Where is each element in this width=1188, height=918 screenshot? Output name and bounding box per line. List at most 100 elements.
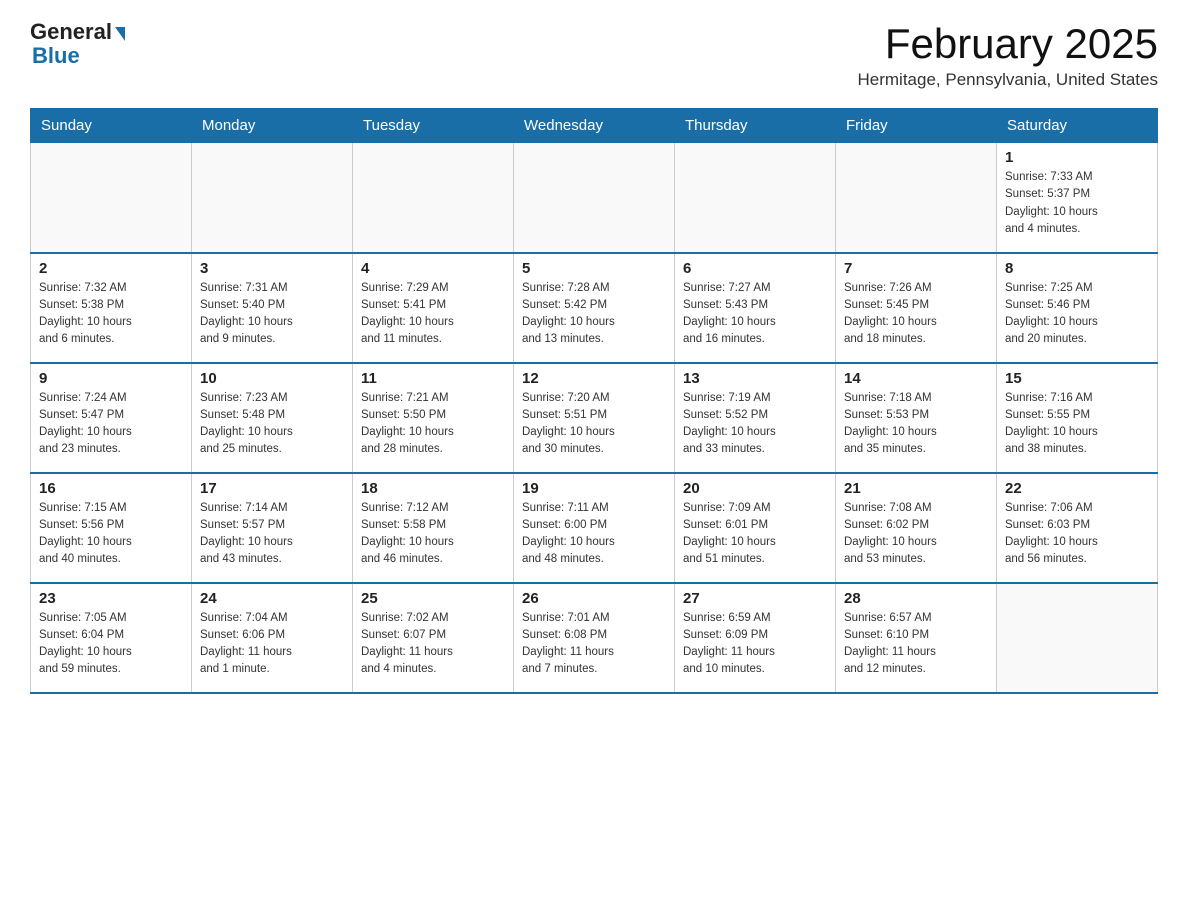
page-title: February 2025 — [858, 20, 1159, 68]
calendar-cell — [836, 143, 997, 253]
calendar-cell: 2 Sunrise: 7:32 AMSunset: 5:38 PMDaylight… — [31, 253, 192, 363]
day-number: 6 — [683, 260, 827, 277]
calendar-cell: 16 Sunrise: 7:15 AMSunset: 5:56 PMDayligh… — [31, 473, 192, 583]
day-number: 27 — [683, 590, 827, 607]
calendar-cell: 28Sunrise: 6:57 AMSunset: 6:10 PMDayligh… — [836, 583, 997, 693]
calendar-cell — [353, 143, 514, 253]
day-info: Sunrise: 7:32 AMSunset: 5:38 PMDaylight:… — [39, 280, 183, 349]
day-info: Sunrise: 7:06 AMSunset: 6:03 PMDaylight:… — [1005, 500, 1149, 569]
day-number: 15 — [1005, 370, 1149, 387]
calendar-week-row-1: 1Sunrise: 7:33 AMSunset: 5:37 PMDaylight… — [31, 143, 1158, 253]
day-number: 18 — [361, 480, 505, 497]
calendar-table: Sunday Monday Tuesday Wednesday Thursday… — [30, 108, 1158, 694]
day-info: Sunrise: 7:14 AMSunset: 5:57 PMDaylight:… — [200, 500, 344, 569]
day-info: Sunrise: 7:21 AMSunset: 5:50 PMDaylight:… — [361, 390, 505, 459]
day-number: 17 — [200, 480, 344, 497]
day-number: 13 — [683, 370, 827, 387]
title-block: February 2025 Hermitage, Pennsylvania, U… — [858, 20, 1159, 90]
day-number: 21 — [844, 480, 988, 497]
day-info: Sunrise: 7:23 AMSunset: 5:48 PMDaylight:… — [200, 390, 344, 459]
day-info: Sunrise: 7:29 AMSunset: 5:41 PMDaylight:… — [361, 280, 505, 349]
calendar-week-row-5: 23Sunrise: 7:05 AMSunset: 6:04 PMDayligh… — [31, 583, 1158, 693]
calendar-cell: 22 Sunrise: 7:06 AMSunset: 6:03 PMDayligh… — [997, 473, 1158, 583]
col-header-sunday: Sunday — [31, 109, 192, 143]
day-number: 28 — [844, 590, 988, 607]
calendar-cell — [514, 143, 675, 253]
day-info: Sunrise: 7:20 AMSunset: 5:51 PMDaylight:… — [522, 390, 666, 459]
calendar-cell: 3 Sunrise: 7:31 AMSunset: 5:40 PMDaylight… — [192, 253, 353, 363]
calendar-cell: 23Sunrise: 7:05 AMSunset: 6:04 PMDayligh… — [31, 583, 192, 693]
col-header-thursday: Thursday — [675, 109, 836, 143]
calendar-cell: 5 Sunrise: 7:28 AMSunset: 5:42 PMDaylight… — [514, 253, 675, 363]
day-info: Sunrise: 7:19 AMSunset: 5:52 PMDaylight:… — [683, 390, 827, 459]
day-info: Sunrise: 7:12 AMSunset: 5:58 PMDaylight:… — [361, 500, 505, 569]
day-number: 8 — [1005, 260, 1149, 277]
day-info: Sunrise: 7:05 AMSunset: 6:04 PMDaylight:… — [39, 610, 183, 679]
calendar-cell — [31, 143, 192, 253]
day-number: 16 — [39, 480, 183, 497]
day-number: 11 — [361, 370, 505, 387]
calendar-cell: 15 Sunrise: 7:16 AMSunset: 5:55 PMDayligh… — [997, 363, 1158, 473]
col-header-saturday: Saturday — [997, 109, 1158, 143]
day-info: Sunrise: 7:26 AMSunset: 5:45 PMDaylight:… — [844, 280, 988, 349]
calendar-cell: 10Sunrise: 7:23 AMSunset: 5:48 PMDayligh… — [192, 363, 353, 473]
logo-arrow-icon — [115, 27, 125, 41]
day-info: Sunrise: 7:15 AMSunset: 5:56 PMDaylight:… — [39, 500, 183, 569]
day-number: 2 — [39, 260, 183, 277]
day-number: 26 — [522, 590, 666, 607]
day-number: 5 — [522, 260, 666, 277]
day-info: Sunrise: 7:31 AMSunset: 5:40 PMDaylight:… — [200, 280, 344, 349]
calendar-cell: 8Sunrise: 7:25 AMSunset: 5:46 PMDaylight… — [997, 253, 1158, 363]
calendar-cell — [997, 583, 1158, 693]
calendar-cell: 4 Sunrise: 7:29 AMSunset: 5:41 PMDaylight… — [353, 253, 514, 363]
calendar-cell: 1Sunrise: 7:33 AMSunset: 5:37 PMDaylight… — [997, 143, 1158, 253]
calendar-cell — [675, 143, 836, 253]
day-number: 14 — [844, 370, 988, 387]
page-header: General Blue February 2025 Hermitage, Pe… — [30, 20, 1158, 90]
calendar-header-row: Sunday Monday Tuesday Wednesday Thursday… — [31, 109, 1158, 143]
calendar-cell: 13 Sunrise: 7:19 AMSunset: 5:52 PMDayligh… — [675, 363, 836, 473]
calendar-cell: 19 Sunrise: 7:11 AMSunset: 6:00 PMDayligh… — [514, 473, 675, 583]
calendar-cell: 7 Sunrise: 7:26 AMSunset: 5:45 PMDaylight… — [836, 253, 997, 363]
calendar-cell — [192, 143, 353, 253]
day-info: Sunrise: 7:24 AMSunset: 5:47 PMDaylight:… — [39, 390, 183, 459]
day-info: Sunrise: 7:04 AMSunset: 6:06 PMDaylight:… — [200, 610, 344, 679]
logo-general-text: General — [30, 20, 112, 44]
day-info: Sunrise: 7:09 AMSunset: 6:01 PMDaylight:… — [683, 500, 827, 569]
calendar-week-row-2: 2 Sunrise: 7:32 AMSunset: 5:38 PMDaylight… — [31, 253, 1158, 363]
day-number: 24 — [200, 590, 344, 607]
logo: General Blue — [30, 20, 125, 68]
calendar-cell: 18 Sunrise: 7:12 AMSunset: 5:58 PMDayligh… — [353, 473, 514, 583]
day-number: 20 — [683, 480, 827, 497]
day-info: Sunrise: 6:59 AMSunset: 6:09 PMDaylight:… — [683, 610, 827, 679]
col-header-wednesday: Wednesday — [514, 109, 675, 143]
calendar-cell: 20 Sunrise: 7:09 AMSunset: 6:01 PMDayligh… — [675, 473, 836, 583]
calendar-cell: 14 Sunrise: 7:18 AMSunset: 5:53 PMDayligh… — [836, 363, 997, 473]
day-number: 4 — [361, 260, 505, 277]
calendar-cell: 21 Sunrise: 7:08 AMSunset: 6:02 PMDayligh… — [836, 473, 997, 583]
day-number: 12 — [522, 370, 666, 387]
calendar-cell: 27 Sunrise: 6:59 AMSunset: 6:09 PMDayligh… — [675, 583, 836, 693]
logo-general: General — [30, 20, 125, 44]
day-number: 22 — [1005, 480, 1149, 497]
calendar-cell: 9 Sunrise: 7:24 AMSunset: 5:47 PMDaylight… — [31, 363, 192, 473]
calendar-cell: 6Sunrise: 7:27 AMSunset: 5:43 PMDaylight… — [675, 253, 836, 363]
day-number: 19 — [522, 480, 666, 497]
calendar-week-row-3: 9 Sunrise: 7:24 AMSunset: 5:47 PMDaylight… — [31, 363, 1158, 473]
day-number: 1 — [1005, 149, 1149, 166]
calendar-week-row-4: 16 Sunrise: 7:15 AMSunset: 5:56 PMDayligh… — [31, 473, 1158, 583]
day-number: 3 — [200, 260, 344, 277]
day-info: Sunrise: 7:16 AMSunset: 5:55 PMDaylight:… — [1005, 390, 1149, 459]
day-number: 9 — [39, 370, 183, 387]
day-number: 7 — [844, 260, 988, 277]
day-info: Sunrise: 7:01 AMSunset: 6:08 PMDaylight:… — [522, 610, 666, 679]
calendar-cell: 24 Sunrise: 7:04 AMSunset: 6:06 PMDayligh… — [192, 583, 353, 693]
subtitle: Hermitage, Pennsylvania, United States — [858, 70, 1159, 90]
day-number: 25 — [361, 590, 505, 607]
col-header-monday: Monday — [192, 109, 353, 143]
col-header-friday: Friday — [836, 109, 997, 143]
day-info: Sunrise: 7:11 AMSunset: 6:00 PMDaylight:… — [522, 500, 666, 569]
day-info: Sunrise: 7:18 AMSunset: 5:53 PMDaylight:… — [844, 390, 988, 459]
day-info: Sunrise: 7:08 AMSunset: 6:02 PMDaylight:… — [844, 500, 988, 569]
day-info: Sunrise: 7:28 AMSunset: 5:42 PMDaylight:… — [522, 280, 666, 349]
